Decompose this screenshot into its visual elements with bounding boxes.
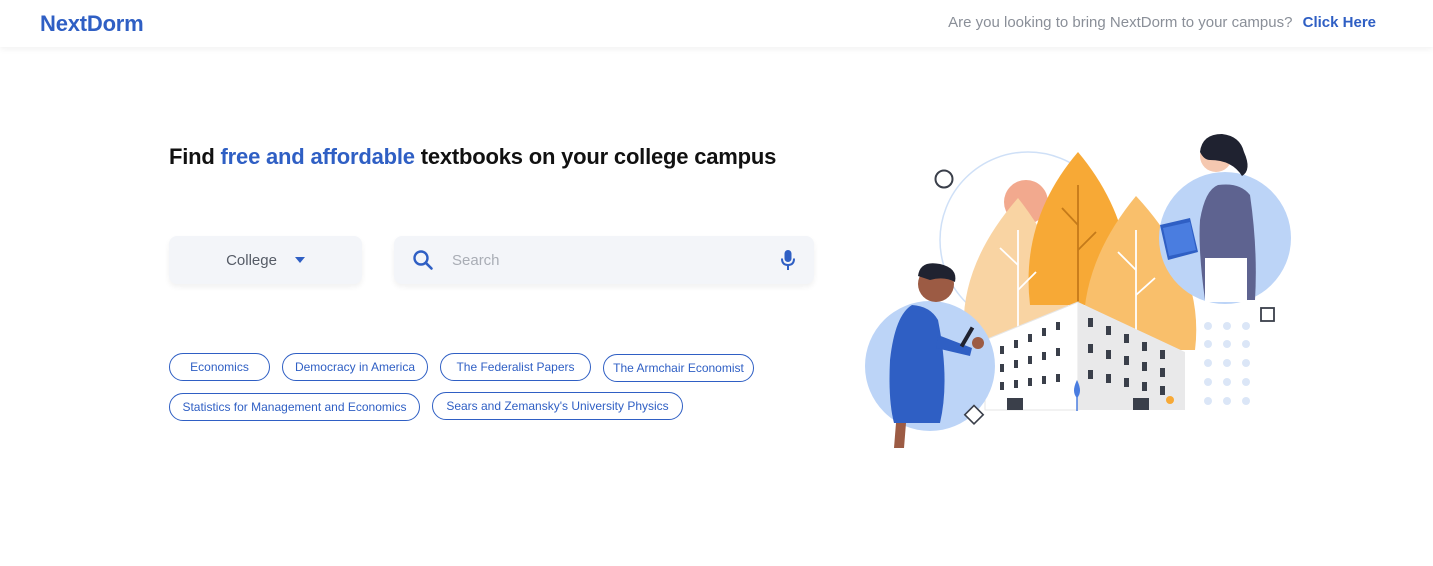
search-box <box>394 236 814 284</box>
microphone-icon[interactable] <box>780 249 796 271</box>
page-headline: Find free and affordable textbooks on yo… <box>169 144 776 170</box>
headline-pre: Find <box>169 144 221 169</box>
click-here-link[interactable]: Click Here <box>1303 14 1376 31</box>
top-nav: NextDorm Are you looking to bring NextDo… <box>0 0 1433 47</box>
college-select-label: College <box>226 251 277 269</box>
chip-armchair-economist[interactable]: The Armchair Economist <box>603 354 754 382</box>
promo-text: Are you looking to bring NextDorm to you… <box>948 14 1293 31</box>
chip-university-physics[interactable]: Sears and Zemansky's University Physics <box>432 392 683 420</box>
campus-illustration <box>865 134 1291 448</box>
chip-democracy-in-america[interactable]: Democracy in America <box>282 353 428 381</box>
college-select[interactable]: College <box>169 236 362 284</box>
search-icon[interactable] <box>412 249 434 271</box>
chip-federalist-papers[interactable]: The Federalist Papers <box>440 353 591 381</box>
chip-statistics-management[interactable]: Statistics for Management and Economics <box>169 393 420 421</box>
chip-economics[interactable]: Economics <box>169 353 270 381</box>
headline-highlight: free and affordable <box>220 144 415 169</box>
search-input[interactable] <box>452 246 752 274</box>
headline-post: textbooks on your college campus <box>414 144 777 169</box>
logo[interactable]: NextDorm <box>40 11 144 37</box>
campus-promo: Are you looking to bring NextDorm to you… <box>948 14 1376 31</box>
caret-down-icon <box>294 257 305 263</box>
